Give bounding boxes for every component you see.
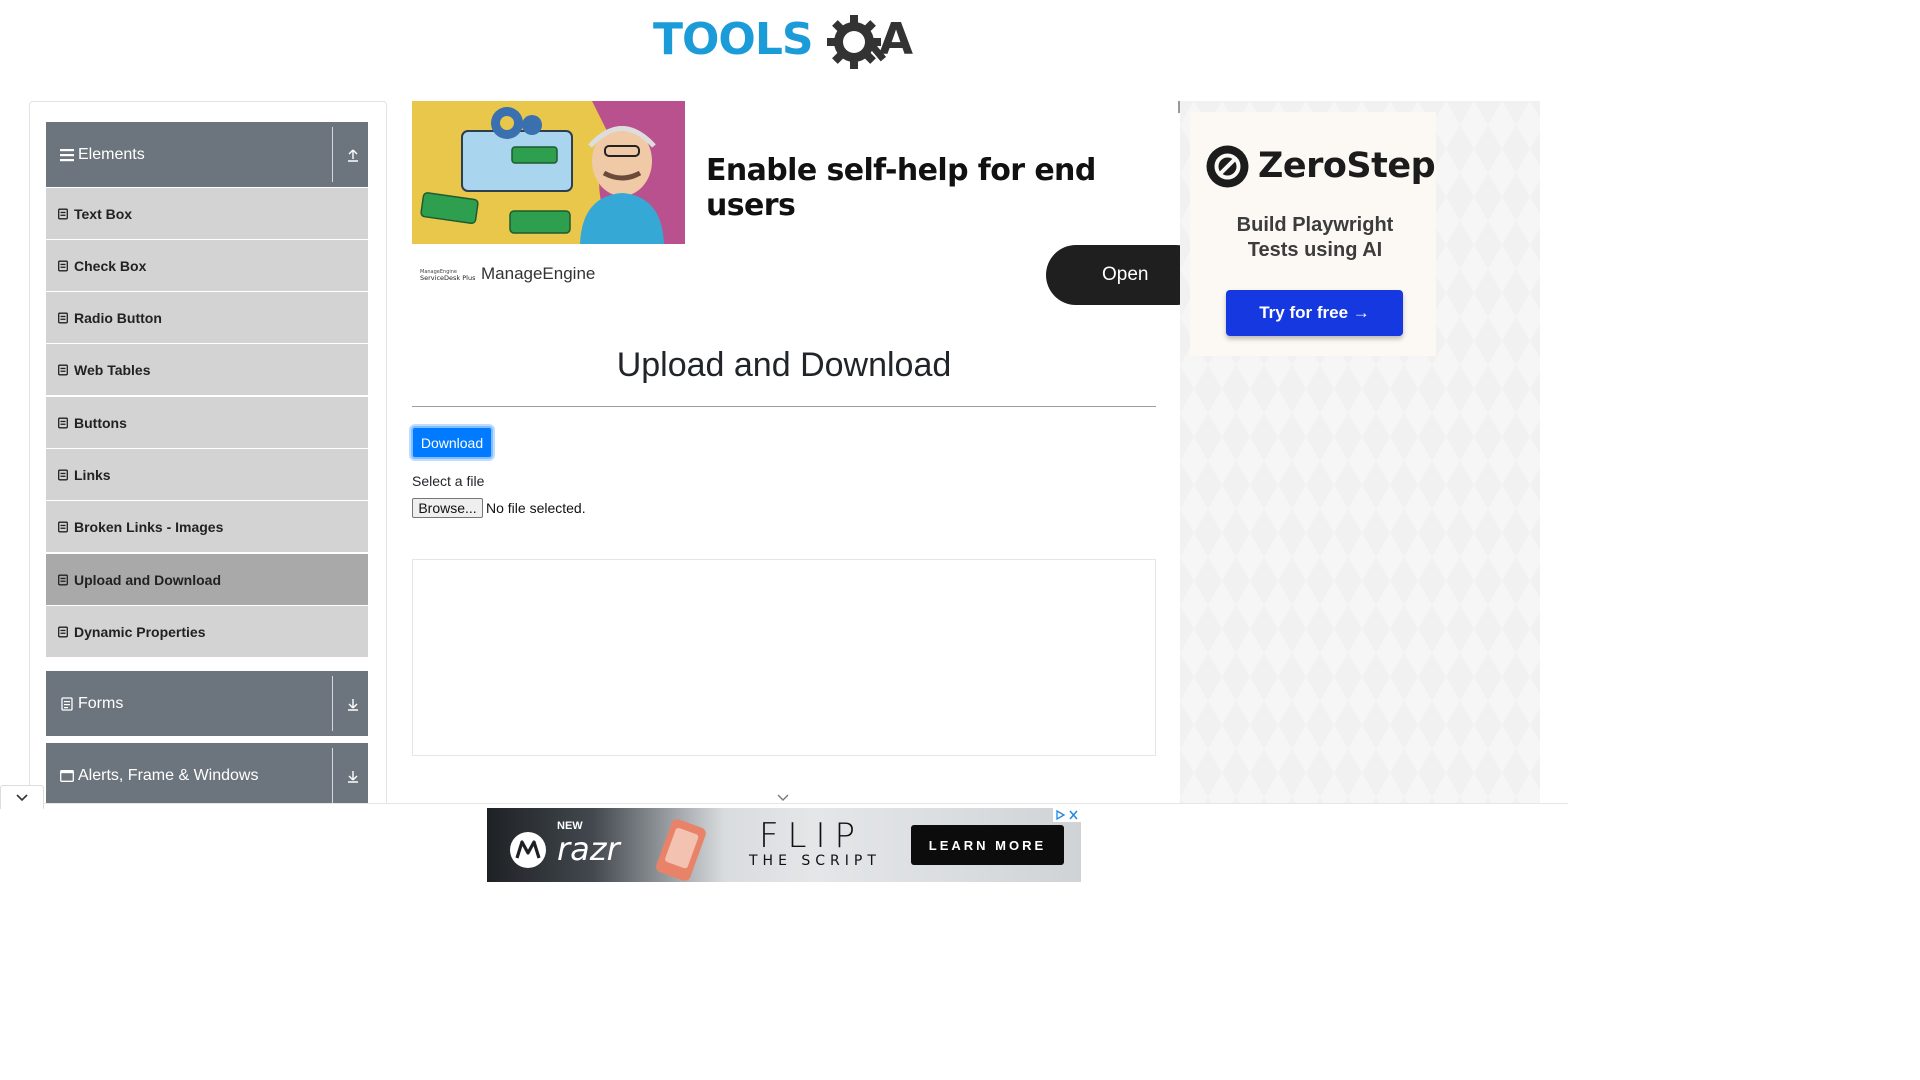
menu-item-radio-button[interactable]: Radio Button	[46, 292, 368, 343]
menu-item-label: Upload and Download	[74, 571, 221, 588]
zerostep-logo-icon	[1206, 145, 1249, 188]
zerostep-brand: ZeroStep	[1258, 146, 1436, 186]
expand-arrow-icon[interactable]	[346, 697, 360, 711]
hamburger-icon	[60, 148, 74, 161]
group-header-elements[interactable]: Elements	[46, 122, 368, 187]
divider	[332, 127, 333, 182]
chevron-down-icon	[16, 793, 28, 801]
menu-item-dynamic-properties[interactable]: Dynamic Properties	[46, 606, 368, 657]
menu-item-label: Dynamic Properties	[74, 623, 206, 640]
select-file-label: Select a file	[412, 473, 485, 489]
sidebar: Elements Text Box Check Box Radio Button…	[29, 101, 387, 821]
motorola-razr-ad[interactable]: NEW razr FLIP THE SCRIPT LEARN MORE	[487, 808, 1081, 882]
menu-item-web-tables[interactable]: Web Tables	[46, 344, 368, 395]
expand-arrow-icon[interactable]	[346, 769, 360, 783]
divider	[332, 748, 333, 803]
menu-item-label: Check Box	[74, 257, 147, 274]
title-divider	[412, 406, 1156, 407]
divider	[332, 676, 333, 731]
menu-item-label: Radio Button	[74, 309, 162, 326]
menu-item-check-box[interactable]: Check Box	[46, 240, 368, 291]
list-icon	[58, 469, 68, 480]
ad-banner-top[interactable]: Enable self-help for end users ManageEng…	[412, 101, 1180, 305]
learn-more-button[interactable]: LEARN MORE	[911, 825, 1064, 865]
list-icon	[58, 626, 68, 637]
group-header-alerts-frame-windows[interactable]: Alerts, Frame & Windows	[46, 743, 368, 808]
window-icon	[60, 769, 74, 782]
list-icon	[58, 521, 68, 532]
page-title: Upload and Download	[616, 346, 952, 384]
no-file-selected-text: No file selected.	[486, 500, 586, 516]
menu-item-label: Broken Links - Images	[74, 518, 224, 535]
ad-marker	[1178, 101, 1180, 113]
list-icon	[58, 417, 68, 428]
ad-product-name: razr	[557, 830, 620, 868]
toolsqa-logo[interactable]: TOOLS A	[653, 12, 919, 74]
browse-button[interactable]: Browse...	[412, 498, 483, 518]
ad-script-text: THE SCRIPT	[749, 853, 881, 869]
collapse-arrow-icon[interactable]	[346, 148, 360, 162]
phone-image	[656, 819, 706, 881]
menu-item-label: Web Tables	[74, 361, 151, 378]
menu-item-text-box[interactable]: Text Box	[46, 188, 368, 239]
menu-item-label: Text Box	[74, 205, 133, 222]
collapse-ad-button[interactable]	[0, 785, 44, 809]
chevron-down-icon[interactable]	[776, 793, 790, 803]
download-button[interactable]: Download	[411, 426, 493, 459]
group-label: Elements	[78, 145, 145, 163]
list-icon	[58, 208, 68, 219]
ad-brand: ManageEngine	[481, 264, 596, 283]
menu-item-upload-and-download[interactable]: Upload and Download	[46, 554, 368, 605]
menu-item-label: Buttons	[74, 414, 127, 431]
group-label: Forms	[78, 694, 124, 712]
ad-flip-text: FLIP	[759, 816, 865, 856]
zerostep-tagline: Build Playwright Tests using AI	[1236, 214, 1394, 261]
ad-illustration-image	[412, 101, 685, 244]
motorola-logo-icon	[510, 832, 546, 868]
adchoices-close-icon[interactable]	[1053, 808, 1081, 822]
document-icon	[61, 696, 73, 711]
upload-result-box	[412, 559, 1156, 756]
menu-item-broken-links[interactable]: Broken Links - Images	[46, 501, 368, 552]
ad-open-button[interactable]: Open	[1046, 245, 1180, 305]
menu-item-links[interactable]: Links	[46, 449, 368, 500]
try-for-free-button[interactable]: Try for free →	[1226, 290, 1403, 336]
svg-text:ServiceDesk Plus: ServiceDesk Plus	[420, 274, 475, 282]
list-icon	[58, 260, 68, 271]
menu-item-label: Links	[74, 466, 111, 483]
ad-headline: Enable self-help for end users	[706, 153, 1096, 223]
manageengine-logo: ManageEngine ServiceDesk Plus	[420, 269, 475, 282]
svg-text:A: A	[879, 14, 913, 65]
menu-item-buttons[interactable]: Buttons	[46, 397, 368, 448]
list-icon	[58, 574, 68, 585]
group-label: Alerts, Frame & Windows	[78, 766, 259, 784]
svg-text:TOOLS: TOOLS	[653, 14, 813, 65]
group-header-forms[interactable]: Forms	[46, 671, 368, 736]
list-icon	[58, 364, 68, 375]
list-icon	[58, 312, 68, 323]
